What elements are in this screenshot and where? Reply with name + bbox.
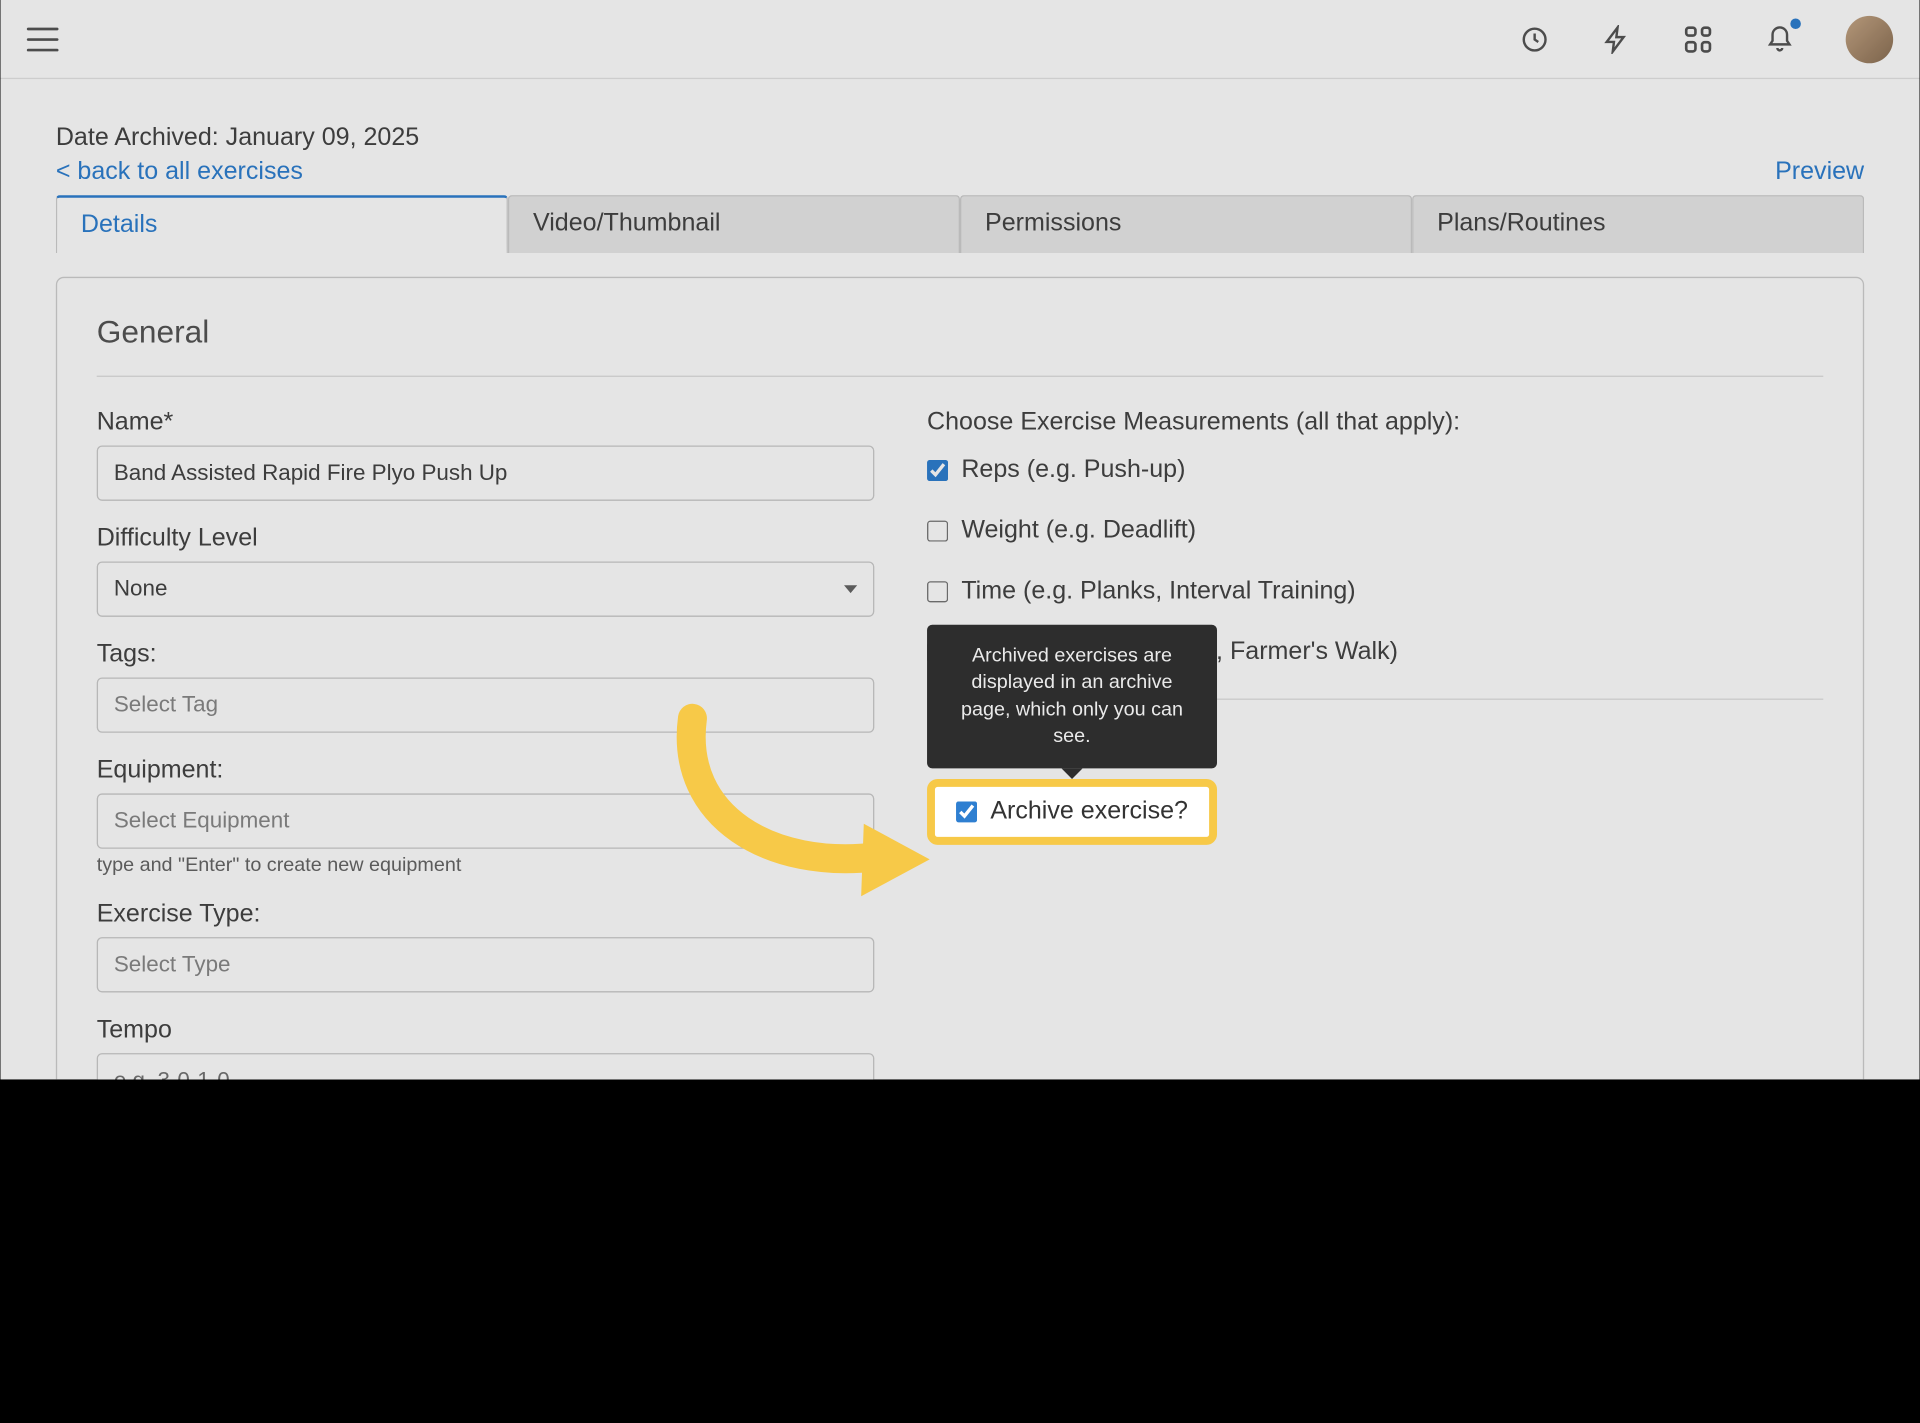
measurement-time[interactable]: Time (e.g. Planks, Interval Training) [927, 577, 1823, 606]
section-title-general: General [97, 315, 1824, 377]
exercise-type-label: Exercise Type: [97, 900, 875, 929]
top-bar [0, 0, 1919, 79]
equipment-helper: type and "Enter" to create new equipment [97, 854, 875, 876]
measurements-title: Choose Exercise Measurements (all that a… [927, 409, 1823, 438]
apps-grid-icon[interactable] [1682, 23, 1714, 55]
measurement-time-label: Time (e.g. Planks, Interval Training) [961, 577, 1355, 606]
tags-placeholder: Select Tag [114, 692, 218, 718]
exercise-type-select[interactable]: Select Type [97, 937, 875, 992]
back-link[interactable]: < back to all exercises [56, 158, 303, 187]
difficulty-label: Difficulty Level [97, 525, 875, 554]
archive-highlight: Archived exercises are displayed in an a… [927, 779, 1217, 845]
hamburger-icon[interactable] [27, 27, 59, 51]
tab-plans-routines[interactable]: Plans/Routines [1412, 195, 1864, 253]
page-content: Date Archived: January 09, 2025 < back t… [0, 79, 1919, 1079]
tab-permissions[interactable]: Permissions [960, 195, 1412, 253]
tab-video-thumbnail[interactable]: Video/Thumbnail [508, 195, 960, 253]
measurement-weight-label: Weight (e.g. Deadlift) [961, 517, 1196, 546]
archive-checkbox[interactable] [956, 801, 977, 822]
equipment-placeholder: Select Equipment [114, 808, 290, 834]
name-input[interactable] [97, 445, 875, 500]
tabs: Details Video/Thumbnail Permissions Plan… [56, 195, 1864, 253]
date-archived-label: Date Archived: January 09, 2025 [56, 124, 1864, 153]
exercise-type-placeholder: Select Type [114, 952, 231, 978]
measurement-reps-checkbox[interactable] [927, 460, 948, 481]
form-right-column: Choose Exercise Measurements (all that a… [927, 409, 1823, 1080]
chevron-down-icon [844, 585, 857, 593]
equipment-label: Equipment: [97, 757, 875, 786]
bell-icon[interactable] [1764, 23, 1796, 55]
tempo-label: Tempo [97, 1016, 875, 1045]
notification-dot [1790, 18, 1801, 29]
name-label: Name* [97, 409, 875, 438]
preview-link[interactable]: Preview [1775, 158, 1864, 187]
equipment-select[interactable]: Select Equipment [97, 793, 875, 848]
tab-details[interactable]: Details [56, 195, 508, 253]
difficulty-select[interactable]: None [97, 561, 875, 616]
topbar-actions [1519, 15, 1893, 62]
avatar[interactable] [1846, 15, 1893, 62]
archive-tooltip: Archived exercises are displayed in an a… [927, 625, 1217, 769]
archive-label: Archive exercise? [990, 797, 1188, 826]
measurement-weight-checkbox[interactable] [927, 521, 948, 542]
measurement-reps-label: Reps (e.g. Push-up) [961, 456, 1185, 485]
clock-icon[interactable] [1519, 23, 1551, 55]
measurement-reps[interactable]: Reps (e.g. Push-up) [927, 456, 1823, 485]
difficulty-value: None [114, 576, 168, 602]
bolt-icon[interactable] [1601, 23, 1633, 55]
app-viewport: Date Archived: January 09, 2025 < back t… [0, 0, 1919, 1079]
tags-label: Tags: [97, 641, 875, 670]
details-panel: General Name* Difficulty Level None [56, 277, 1864, 1080]
measurement-weight[interactable]: Weight (e.g. Deadlift) [927, 517, 1823, 546]
tags-select[interactable]: Select Tag [97, 677, 875, 732]
tempo-input[interactable] [97, 1053, 875, 1079]
form-left-column: Name* Difficulty Level None Tags: S [97, 409, 875, 1080]
measurement-time-checkbox[interactable] [927, 581, 948, 602]
